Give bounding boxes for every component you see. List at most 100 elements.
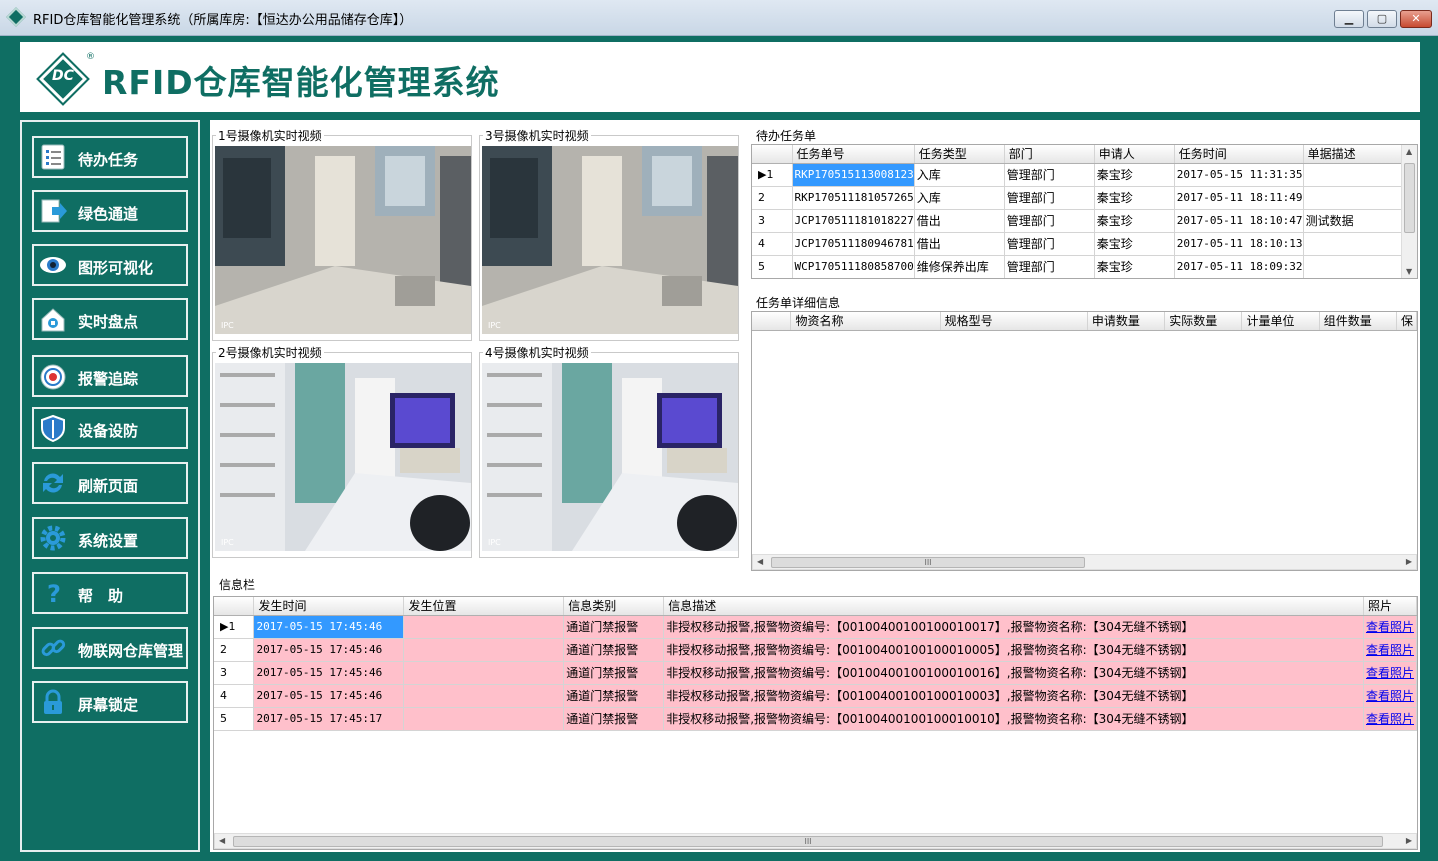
- scroll-left-arrow-icon[interactable]: ◀: [757, 557, 763, 566]
- sidebar-item-green-channel[interactable]: 绿色通道: [32, 190, 188, 232]
- table-cell[interactable]: 借出: [914, 232, 1005, 256]
- table-cell[interactable]: 非授权移动报警,报警物资编号:【00100400100100010003】,报警…: [663, 684, 1364, 708]
- column-header[interactable]: 规格型号: [940, 312, 1088, 331]
- table-cell[interactable]: 2017-05-15 11:31:35: [1174, 163, 1304, 187]
- table-cell[interactable]: 秦宝珍: [1094, 163, 1175, 187]
- table-cell[interactable]: [403, 615, 565, 639]
- column-header[interactable]: 单据描述: [1303, 145, 1414, 164]
- column-header[interactable]: 信息类别: [563, 597, 665, 616]
- table-cell[interactable]: 2017-05-15 17:45:46: [253, 684, 405, 708]
- table-row[interactable]: ▶1 RKP170515113008123 入库 管理部门 秦宝珍 2017-0…: [752, 163, 1414, 187]
- view-photo-link[interactable]: 查看照片: [1366, 712, 1414, 726]
- sidebar-item-settings[interactable]: 系统设置: [32, 517, 188, 559]
- column-header[interactable]: 保: [1396, 312, 1417, 331]
- table-row[interactable]: 4 JCP170511180946781 借出 管理部门 秦宝珍 2017-05…: [752, 232, 1414, 256]
- table-cell[interactable]: 管理部门: [1004, 255, 1095, 278]
- table-cell[interactable]: 2017-05-15 17:45:46: [253, 615, 405, 639]
- table-cell[interactable]: 测试数据: [1303, 209, 1414, 233]
- sidebar-item-help[interactable]: ? 帮 助: [32, 572, 188, 614]
- column-header[interactable]: 任务类型: [914, 145, 1005, 164]
- column-header[interactable]: 物资名称: [790, 312, 941, 331]
- maximize-button[interactable]: ▢: [1367, 10, 1397, 28]
- table-cell[interactable]: 查看照片: [1363, 684, 1417, 708]
- scroll-down-arrow-icon[interactable]: ▼: [1406, 267, 1412, 276]
- scroll-right-arrow-icon[interactable]: ▶: [1406, 836, 1412, 845]
- table-cell[interactable]: 通道门禁报警: [563, 707, 665, 731]
- minimize-button[interactable]: ▁: [1334, 10, 1364, 28]
- column-header[interactable]: 发生时间: [253, 597, 405, 616]
- table-cell[interactable]: 非授权移动报警,报警物资编号:【00100400100100010005】,报警…: [663, 638, 1364, 662]
- table-cell[interactable]: 查看照片: [1363, 707, 1417, 731]
- table-cell[interactable]: 秦宝珍: [1094, 255, 1175, 278]
- table-cell[interactable]: 秦宝珍: [1094, 186, 1175, 210]
- column-header[interactable]: 部门: [1004, 145, 1095, 164]
- view-photo-link[interactable]: 查看照片: [1366, 689, 1414, 703]
- column-header[interactable]: 申请人: [1094, 145, 1175, 164]
- table-cell[interactable]: JCP170511181018227: [792, 209, 915, 233]
- table-row[interactable]: 2 2017-05-15 17:45:46 通道门禁报警 非授权移动报警,报警物…: [214, 638, 1417, 662]
- table-cell[interactable]: [1303, 255, 1414, 278]
- table-cell[interactable]: [1303, 186, 1414, 210]
- view-photo-link[interactable]: 查看照片: [1366, 620, 1414, 634]
- column-header[interactable]: 照片: [1363, 597, 1417, 616]
- table-cell[interactable]: 2017-05-11 18:11:49: [1174, 186, 1304, 210]
- sidebar-item-iot-warehouse[interactable]: 物联网仓库管理: [32, 627, 188, 669]
- scroll-up-arrow-icon[interactable]: ▲: [1406, 147, 1412, 156]
- table-cell[interactable]: 入库: [914, 186, 1005, 210]
- table-cell[interactable]: 2017-05-15 17:45:17: [253, 707, 405, 731]
- column-header[interactable]: 计量单位: [1241, 312, 1320, 331]
- table-row[interactable]: 2 RKP170511181057265 入库 管理部门 秦宝珍 2017-05…: [752, 186, 1414, 210]
- sidebar-item-alarm-tracking[interactable]: 报警追踪: [32, 355, 188, 397]
- table-cell[interactable]: [403, 638, 565, 662]
- table-cell[interactable]: 非授权移动报警,报警物资编号:【00100400100100010010】,报警…: [663, 707, 1364, 731]
- sidebar-item-todo-tasks[interactable]: 待办任务: [32, 136, 188, 178]
- column-header[interactable]: 实际数量: [1164, 312, 1243, 331]
- table-cell[interactable]: 通道门禁报警: [563, 615, 665, 639]
- sidebar-item-visualization[interactable]: 图形可视化: [32, 244, 188, 286]
- table-row[interactable]: 5 WCP170511180858700 维修保养出库 管理部门 秦宝珍 201…: [752, 255, 1414, 278]
- table-row[interactable]: 4 2017-05-15 17:45:46 通道门禁报警 非授权移动报警,报警物…: [214, 684, 1417, 708]
- table-cell[interactable]: 通道门禁报警: [563, 661, 665, 685]
- table-cell[interactable]: 管理部门: [1004, 232, 1095, 256]
- table-cell[interactable]: 2017-05-11 18:10:13: [1174, 232, 1304, 256]
- table-cell[interactable]: 2017-05-15 17:45:46: [253, 661, 405, 685]
- table-cell[interactable]: 通道门禁报警: [563, 638, 665, 662]
- table-cell[interactable]: 通道门禁报警: [563, 684, 665, 708]
- close-button[interactable]: ✕: [1400, 10, 1432, 28]
- table-cell[interactable]: 查看照片: [1363, 615, 1417, 639]
- table-cell[interactable]: 维修保养出库: [914, 255, 1005, 278]
- detail-horizontal-scrollbar[interactable]: ◀ III ▶: [752, 554, 1417, 570]
- table-cell[interactable]: 管理部门: [1004, 186, 1095, 210]
- column-header[interactable]: 发生位置: [403, 597, 565, 616]
- view-photo-link[interactable]: 查看照片: [1366, 643, 1414, 657]
- table-cell[interactable]: [403, 661, 565, 685]
- scroll-thumb[interactable]: III: [771, 557, 1085, 568]
- table-cell[interactable]: RKP170515113008123: [792, 163, 915, 187]
- sidebar-item-inventory[interactable]: 实时盘点: [32, 298, 188, 340]
- table-cell[interactable]: 秦宝珍: [1094, 209, 1175, 233]
- table-cell[interactable]: 查看照片: [1363, 638, 1417, 662]
- table-cell[interactable]: 管理部门: [1004, 163, 1095, 187]
- table-cell[interactable]: [403, 684, 565, 708]
- table-cell[interactable]: 2017-05-11 18:09:32: [1174, 255, 1304, 278]
- scroll-left-arrow-icon[interactable]: ◀: [219, 836, 225, 845]
- column-header[interactable]: 申请数量: [1087, 312, 1166, 331]
- view-photo-link[interactable]: 查看照片: [1366, 666, 1414, 680]
- sidebar-item-refresh[interactable]: 刷新页面: [32, 462, 188, 504]
- column-header[interactable]: 信息描述: [663, 597, 1364, 616]
- info-horizontal-scrollbar[interactable]: ◀ III ▶: [214, 833, 1417, 849]
- table-cell[interactable]: 管理部门: [1004, 209, 1095, 233]
- scroll-thumb[interactable]: III: [233, 836, 1383, 847]
- table-cell[interactable]: 非授权移动报警,报警物资编号:【00100400100100010016】,报警…: [663, 661, 1364, 685]
- table-cell[interactable]: WCP170511180858700: [792, 255, 915, 278]
- table-cell[interactable]: 查看照片: [1363, 661, 1417, 685]
- table-row[interactable]: 3 2017-05-15 17:45:46 通道门禁报警 非授权移动报警,报警物…: [214, 661, 1417, 685]
- table-cell[interactable]: RKP170511181057265: [792, 186, 915, 210]
- table-cell[interactable]: [1303, 232, 1414, 256]
- table-cell[interactable]: 2017-05-11 18:10:47: [1174, 209, 1304, 233]
- scroll-right-arrow-icon[interactable]: ▶: [1406, 557, 1412, 566]
- sidebar-item-lock-screen[interactable]: 屏幕锁定: [32, 681, 188, 723]
- column-header[interactable]: 组件数量: [1319, 312, 1398, 331]
- table-row[interactable]: 3 JCP170511181018227 借出 管理部门 秦宝珍 2017-05…: [752, 209, 1414, 233]
- camera-2-video[interactable]: IPC: [215, 363, 471, 551]
